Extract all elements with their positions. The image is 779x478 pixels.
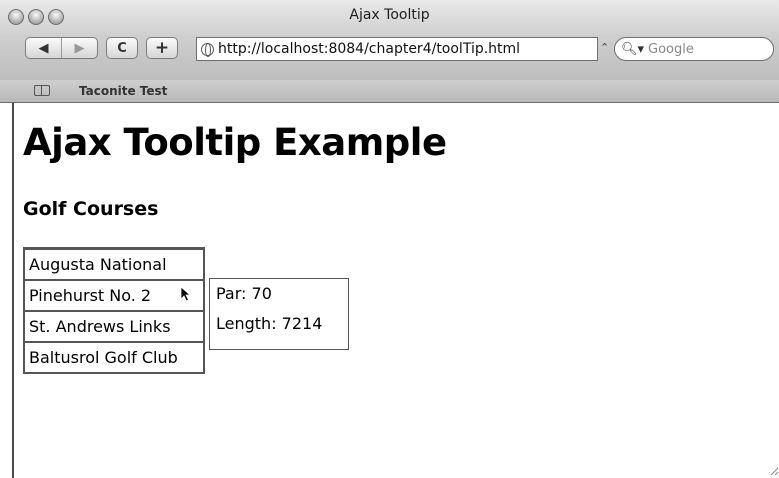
course-tooltip: Par: 70 Length: 7214 (209, 278, 349, 350)
resize-handle-icon[interactable] (769, 466, 779, 476)
add-bookmark-button[interactable]: + (146, 37, 178, 59)
section-heading: Golf Courses (23, 198, 159, 220)
mouse-pointer-icon (180, 286, 192, 302)
forward-button[interactable]: ▶ (61, 38, 97, 58)
golf-courses-table: Augusta National Pinehurst No. 2 St. And… (23, 247, 205, 374)
snapback-icon[interactable]: ⌃ (600, 41, 609, 54)
bookmarks-bar: Taconite Test (0, 80, 779, 103)
course-cell-st-andrews[interactable]: St. Andrews Links (24, 310, 204, 342)
window-title: Ajax Tooltip (349, 7, 430, 23)
page-heading: Ajax Tooltip Example (23, 121, 447, 164)
bookmarks-book-icon[interactable] (34, 85, 50, 96)
course-cell-augusta[interactable]: Augusta National (24, 248, 204, 280)
globe-icon (201, 42, 214, 57)
title-bar: Ajax Tooltip ◀ ▶ C + http://localhost:80… (0, 0, 779, 81)
course-cell-pinehurst[interactable]: Pinehurst No. 2 (24, 279, 204, 311)
back-forward-buttons: ◀ ▶ (25, 37, 98, 59)
tooltip-par: Par: 70 (216, 284, 272, 303)
course-cell-baltusrol[interactable]: Baltusrol Golf Club (24, 341, 204, 373)
tooltip-length: Length: 7214 (216, 314, 323, 333)
bookmark-taconite-test[interactable]: Taconite Test (79, 84, 167, 98)
back-button[interactable]: ◀ (26, 38, 61, 58)
url-text[interactable]: http://localhost:8084/chapter4/toolTip.h… (218, 41, 520, 57)
search-icon: 🔍︎▾ (621, 41, 645, 57)
address-bar[interactable]: http://localhost:8084/chapter4/toolTip.h… (196, 37, 598, 61)
browser-window: Ajax Tooltip ◀ ▶ C + http://localhost:80… (0, 0, 779, 478)
search-placeholder: Google (648, 41, 694, 57)
page-content: Ajax Tooltip Example Golf Courses August… (12, 103, 779, 478)
search-field[interactable]: 🔍︎▾ Google (614, 37, 774, 61)
reload-button[interactable]: C (106, 37, 138, 59)
